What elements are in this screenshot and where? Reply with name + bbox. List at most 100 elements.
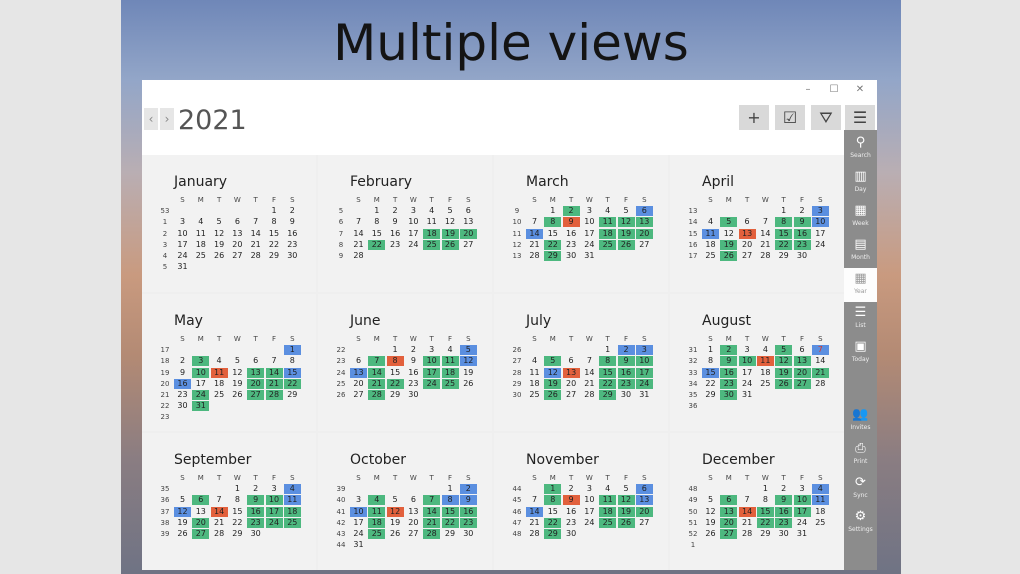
- day-cell[interactable]: 23: [617, 378, 635, 389]
- day-cell[interactable]: 17: [174, 240, 191, 250]
- day-cell[interactable]: 21: [526, 518, 543, 528]
- day-cell[interactable]: 21: [211, 518, 228, 528]
- day-cell[interactable]: 10: [192, 367, 210, 378]
- month-february[interactable]: February S M T W T F S 5 6 7 8 9 1 2 3 4 5 6 7 8 9 10 11 12 13 14 1…: [318, 155, 492, 292]
- day-cell[interactable]: 8: [757, 495, 774, 505]
- day-cell[interactable]: 9: [562, 495, 580, 506]
- day-cell[interactable]: 18: [283, 506, 301, 517]
- day-cell[interactable]: 9: [562, 217, 580, 228]
- day-cell[interactable]: 12: [459, 356, 477, 367]
- day-cell[interactable]: 4: [757, 345, 774, 355]
- day-cell[interactable]: 11: [599, 217, 617, 228]
- day-cell[interactable]: 6: [739, 217, 756, 227]
- maximize-button[interactable]: ☐: [821, 80, 847, 100]
- day-cell[interactable]: 4: [192, 217, 209, 227]
- day-cell[interactable]: 21: [757, 240, 774, 250]
- day-cell[interactable]: 22: [702, 379, 719, 389]
- day-cell[interactable]: 28: [368, 390, 386, 400]
- day-cell[interactable]: 5: [544, 356, 562, 367]
- day-cell[interactable]: 1: [544, 484, 562, 495]
- day-cell[interactable]: 10: [635, 356, 653, 367]
- day-cell[interactable]: 5: [775, 345, 793, 356]
- day-cell[interactable]: 29: [544, 251, 562, 261]
- day-cell[interactable]: 14: [581, 368, 598, 378]
- day-cell[interactable]: 19: [229, 379, 246, 389]
- day-cell[interactable]: 26: [460, 379, 477, 389]
- day-cell[interactable]: 14: [526, 506, 543, 517]
- day-cell[interactable]: 15: [387, 368, 404, 378]
- day-cell[interactable]: 19: [174, 518, 191, 528]
- day-cell[interactable]: 13: [229, 229, 246, 239]
- sidebar-sync-button[interactable]: ⟳ Sync: [844, 472, 877, 506]
- day-cell[interactable]: 20: [720, 517, 738, 528]
- day-cell[interactable]: 19: [211, 240, 228, 250]
- day-cell[interactable]: 12: [617, 217, 635, 228]
- day-cell[interactable]: 15: [283, 367, 301, 378]
- day-cell[interactable]: 8: [702, 356, 719, 366]
- day-cell[interactable]: 12: [544, 367, 562, 378]
- day-cell[interactable]: 28: [812, 379, 829, 389]
- day-cell[interactable]: 11: [423, 217, 440, 227]
- day-cell[interactable]: 8: [229, 495, 246, 505]
- day-cell[interactable]: 4: [211, 356, 228, 366]
- day-cell[interactable]: 5: [174, 495, 191, 505]
- day-cell[interactable]: 31: [350, 540, 367, 550]
- day-cell[interactable]: 24: [350, 529, 367, 539]
- day-cell[interactable]: 22: [283, 378, 301, 389]
- day-cell[interactable]: 7: [423, 495, 441, 506]
- sidebar-invites-button[interactable]: 👥 Invites: [844, 404, 877, 438]
- day-cell[interactable]: 17: [635, 367, 653, 378]
- day-cell[interactable]: 25: [812, 518, 829, 528]
- day-cell[interactable]: 15: [266, 229, 283, 239]
- day-cell[interactable]: 17: [405, 229, 422, 239]
- day-cell[interactable]: 7: [581, 356, 598, 366]
- day-cell[interactable]: 25: [283, 517, 301, 528]
- day-cell[interactable]: 5: [459, 345, 477, 356]
- day-cell[interactable]: 16: [387, 229, 404, 239]
- day-cell[interactable]: 14: [210, 506, 228, 517]
- day-cell[interactable]: 29: [442, 529, 459, 539]
- day-cell[interactable]: 20: [192, 517, 210, 528]
- close-button[interactable]: ✕: [847, 80, 873, 100]
- day-cell[interactable]: 20: [739, 240, 756, 250]
- day-cell[interactable]: 19: [720, 239, 738, 250]
- day-cell[interactable]: 3: [192, 356, 210, 367]
- day-cell[interactable]: 14: [247, 229, 264, 239]
- filter-button[interactable]: ⛛: [811, 105, 841, 130]
- day-cell[interactable]: 2: [617, 345, 635, 356]
- day-cell[interactable]: 25: [757, 379, 774, 389]
- day-cell[interactable]: 4: [442, 345, 459, 355]
- day-cell[interactable]: 4: [599, 484, 616, 494]
- day-cell[interactable]: 2: [794, 206, 811, 216]
- day-cell[interactable]: 14: [423, 506, 441, 517]
- day-cell[interactable]: 5: [618, 484, 635, 494]
- day-cell[interactable]: 18: [757, 368, 774, 378]
- day-cell[interactable]: 17: [192, 379, 209, 389]
- day-cell[interactable]: 31: [739, 390, 756, 400]
- day-cell[interactable]: 20: [247, 378, 265, 389]
- day-cell[interactable]: 24: [739, 379, 756, 389]
- month-october[interactable]: October S M T W T F S 39 40 41 42 43 44 1 2 3 4 5 6 7 8 9 10 11 1…: [318, 433, 492, 570]
- day-cell[interactable]: 28: [211, 529, 228, 539]
- day-cell[interactable]: 9: [387, 217, 404, 227]
- day-cell[interactable]: 28: [526, 529, 543, 539]
- day-cell[interactable]: 29: [775, 251, 792, 261]
- day-cell[interactable]: 22: [266, 240, 283, 250]
- sidebar-today-button[interactable]: ▣ Today: [844, 336, 877, 370]
- day-cell[interactable]: 6: [635, 206, 653, 217]
- day-cell[interactable]: 26: [387, 529, 404, 539]
- day-cell[interactable]: 9: [720, 356, 738, 367]
- day-cell[interactable]: 27: [563, 390, 580, 400]
- day-cell[interactable]: 30: [405, 390, 422, 400]
- day-cell[interactable]: 8: [441, 495, 459, 506]
- day-cell[interactable]: 12: [775, 356, 793, 367]
- sidebar-search-button[interactable]: ⚲ Search: [844, 132, 877, 166]
- day-cell[interactable]: 21: [423, 517, 441, 528]
- day-cell[interactable]: 24: [265, 517, 283, 528]
- day-cell[interactable]: 15: [368, 229, 385, 239]
- day-cell[interactable]: 4: [283, 484, 301, 495]
- day-cell[interactable]: 26: [720, 251, 738, 261]
- day-cell[interactable]: 3: [739, 345, 756, 355]
- day-cell[interactable]: 5: [442, 206, 459, 216]
- day-cell[interactable]: 29: [266, 251, 283, 261]
